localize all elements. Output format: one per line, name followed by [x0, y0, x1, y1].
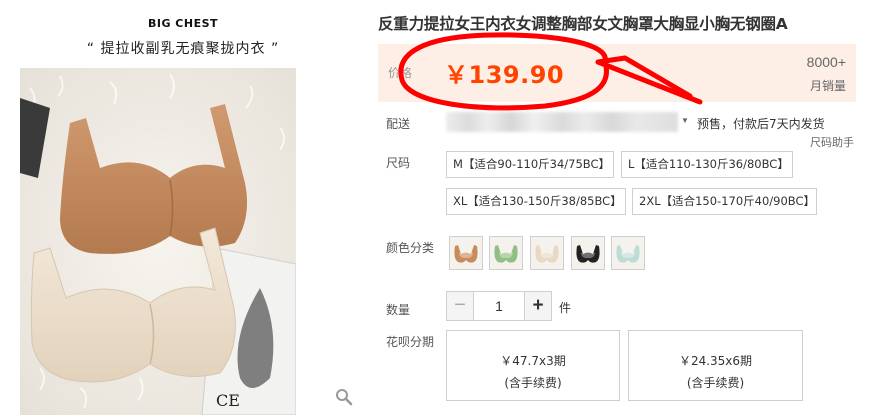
brand-name: BIG CHEST: [147, 17, 219, 30]
installment-note: (含手续费): [504, 376, 562, 390]
color-swatch-1[interactable]: [449, 236, 483, 270]
shipping-label: 配送: [386, 117, 411, 131]
product-title: 反重力提拉女王内衣女调整胸部女文胸罩大胸显小胸无钢圈A: [378, 15, 788, 33]
installment-note: (含手续费): [686, 376, 745, 390]
quantity-label: 数量: [386, 303, 411, 317]
quantity-decrease-button[interactable]: −: [446, 291, 474, 321]
size-option-m[interactable]: M【适合90-110斤34/75BC】: [446, 151, 614, 178]
price-value: ￥139.90: [444, 61, 565, 89]
bra-swatch-icon: [531, 237, 563, 269]
size-option-xl[interactable]: XL【适合130-150斤38/85BC】: [446, 188, 626, 215]
shipping-info: 预售，付款后7天内发货: [697, 117, 825, 131]
shipping-address-redacted[interactable]: [446, 112, 678, 132]
size-label: 尺码: [386, 156, 411, 170]
installment-label: 花呗分期: [386, 335, 435, 349]
magazine-text: CE: [216, 391, 240, 410]
size-option-2xl[interactable]: 2XL【适合150-170斤40/90BC】: [632, 188, 817, 215]
bra-swatch-icon: [450, 237, 482, 269]
product-gallery: BIG CHEST “ 提拉收副乳无痕聚拢内衣 ” CE: [0, 0, 366, 415]
color-swatch-4[interactable]: [571, 236, 605, 270]
color-label: 颜色分类: [386, 241, 435, 255]
size-helper-link[interactable]: 尺码助手: [810, 134, 854, 150]
bra-swatch-icon: [612, 237, 644, 269]
bra-swatch-icon: [572, 237, 604, 269]
bra-swatch-icon: [490, 237, 522, 269]
size-option-l[interactable]: L【适合110-130斤36/80BC】: [621, 151, 793, 178]
color-swatch-3[interactable]: [530, 236, 564, 270]
monthly-sales-count: 8000+: [806, 54, 846, 70]
price-label: 价格: [388, 66, 413, 80]
installment-option-6[interactable]: ￥24.35x6期 (含手续费): [628, 330, 803, 401]
installment-amount: ￥47.7x3期: [500, 354, 566, 368]
product-photo[interactable]: CE: [20, 68, 296, 415]
magnifier-icon[interactable]: [335, 388, 353, 406]
quantity-input[interactable]: 1: [474, 291, 524, 321]
installment-amount: ￥24.35x6期: [678, 354, 753, 368]
monthly-sales-label: 月销量: [809, 79, 846, 93]
quantity-increase-button[interactable]: +: [524, 291, 552, 321]
color-swatch-2[interactable]: [489, 236, 523, 270]
quantity-unit: 件: [559, 301, 572, 315]
price-panel: 价格 ￥139.90 8000+ 月销量: [378, 44, 856, 102]
product-slogan: “ 提拉收副乳无痕聚拢内衣 ”: [86, 41, 280, 57]
color-swatch-5[interactable]: [611, 236, 645, 270]
caret-down-icon[interactable]: ▼: [681, 116, 689, 125]
installment-option-3[interactable]: ￥47.7x3期 (含手续费): [446, 330, 620, 401]
